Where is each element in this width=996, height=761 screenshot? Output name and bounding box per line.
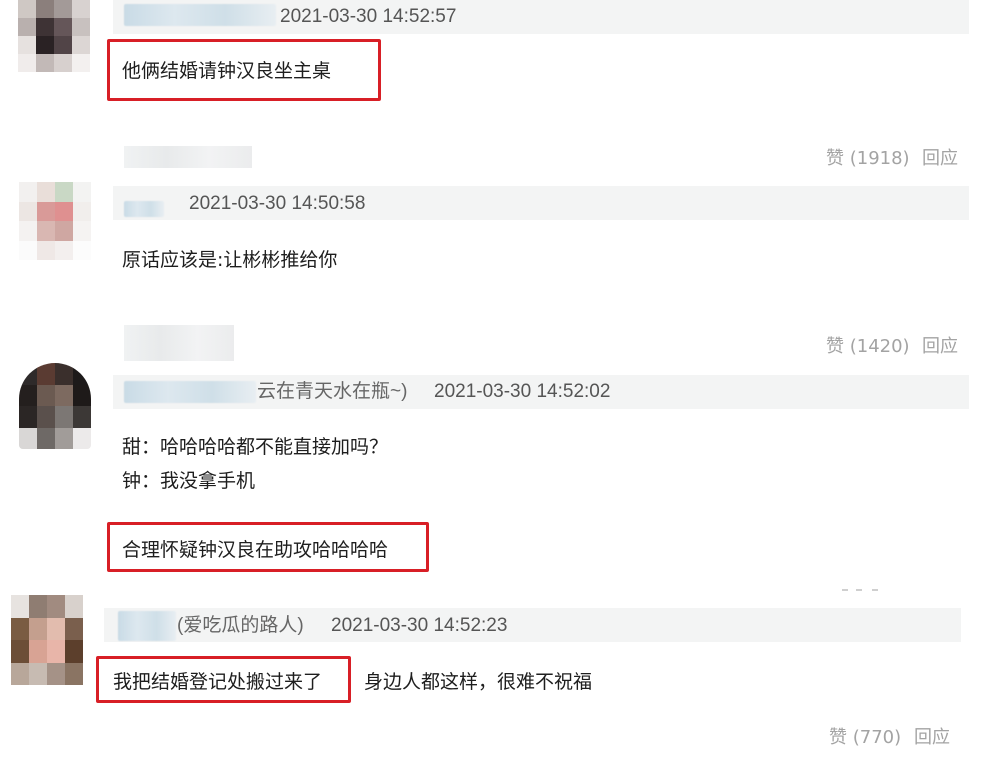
username-blurred[interactable] — [118, 611, 176, 641]
comment-line: 甜：哈哈哈哈都不能直接加吗？ — [122, 436, 389, 458]
avatar[interactable] — [11, 595, 83, 685]
reply-button[interactable]: 回应 — [914, 729, 950, 747]
comment-text: 身边人都这样，很难不祝福 — [364, 671, 593, 693]
comment-line: 钟：我没拿手机 — [122, 470, 256, 492]
comment-timestamp: 2021-03-30 14:52:02 — [434, 381, 611, 402]
highlight-box — [107, 39, 381, 101]
username-blurred — [124, 146, 252, 168]
like-button[interactable]: 赞 (770) — [829, 729, 901, 747]
divider-dot — [842, 589, 848, 591]
comment-timestamp: 2021-03-30 14:52:23 — [331, 615, 508, 636]
comment-nickname: 云在青天水在瓶~) — [257, 381, 408, 402]
username-blurred[interactable] — [124, 4, 276, 26]
comment-timestamp: 2021-03-30 14:52:57 — [280, 6, 457, 27]
like-button[interactable]: 赞 (1918) — [826, 150, 910, 168]
highlight-box — [96, 656, 351, 703]
username-blurred[interactable] — [124, 381, 256, 403]
reply-button[interactable]: 回应 — [922, 150, 958, 168]
username-blurred — [124, 325, 234, 361]
comment-text: 原话应该是:让彬彬推给你 — [122, 249, 338, 271]
reply-button[interactable]: 回应 — [922, 338, 958, 356]
like-button[interactable]: 赞 (1420) — [826, 338, 910, 356]
username-blurred[interactable] — [124, 201, 164, 217]
avatar[interactable] — [18, 0, 90, 72]
divider-dot — [856, 589, 862, 591]
comment-nickname: (爱吃瓜的路人) — [177, 615, 304, 636]
highlight-box — [107, 522, 429, 572]
comment-timestamp: 2021-03-30 14:50:58 — [189, 193, 366, 214]
avatar[interactable] — [19, 363, 91, 449]
divider-dot — [872, 589, 878, 591]
avatar[interactable] — [19, 182, 91, 260]
